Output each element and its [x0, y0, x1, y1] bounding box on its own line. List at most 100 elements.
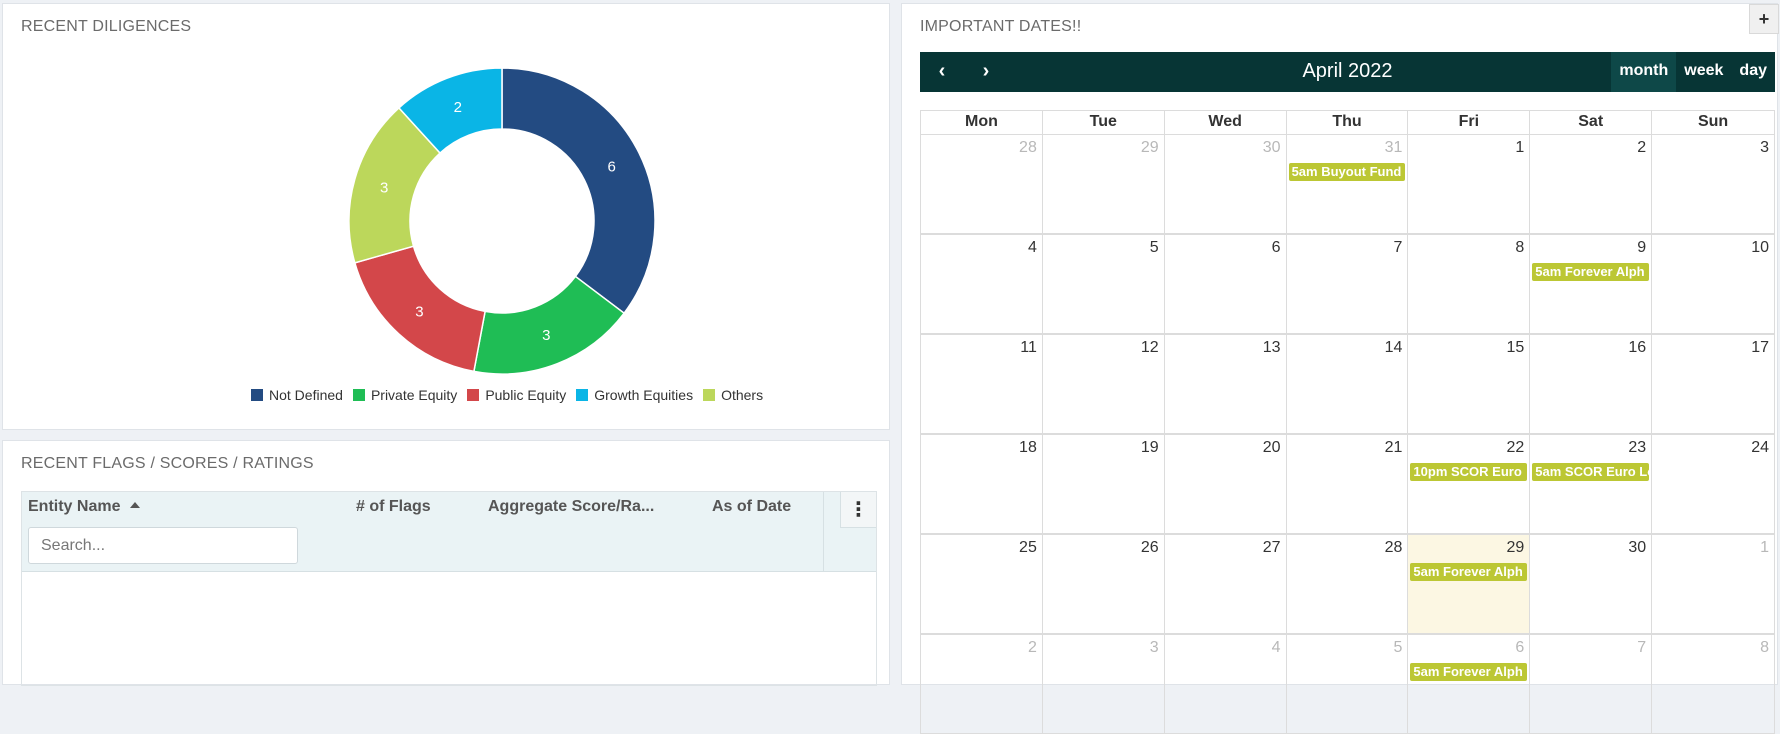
column-aggregate-score[interactable]: Aggregate Score/Ra... [488, 498, 654, 516]
day-number[interactable]: 31 [1385, 139, 1403, 157]
day-number[interactable]: 26 [1141, 539, 1159, 557]
legend-item-private-equity[interactable]: Private Equity [352, 387, 457, 403]
calendar-event[interactable]: 5am SCOR Euro Lo [1532, 463, 1650, 481]
calendar-day-cell[interactable]: 15 [1408, 334, 1531, 433]
calendar-day-cell[interactable]: 1 [1408, 134, 1531, 233]
day-number[interactable]: 28 [1385, 539, 1403, 557]
day-number[interactable]: 29 [1141, 139, 1159, 157]
day-number[interactable]: 14 [1385, 339, 1403, 357]
add-button[interactable]: + [1749, 4, 1779, 34]
day-number[interactable]: 21 [1385, 439, 1403, 457]
day-number[interactable]: 23 [1628, 439, 1646, 457]
calendar-day-cell[interactable]: 7 [1286, 234, 1409, 333]
calendar-day-cell[interactable]: 10 [1652, 234, 1774, 333]
day-number[interactable]: 10 [1751, 239, 1769, 257]
day-number[interactable]: 30 [1263, 139, 1281, 157]
day-number[interactable]: 7 [1394, 239, 1403, 257]
day-number[interactable]: 25 [1019, 539, 1037, 557]
calendar-day-cell[interactable]: 12 [1042, 334, 1165, 433]
calendar-day-cell[interactable]: 28 [921, 134, 1043, 233]
calendar-day-cell[interactable]: 28 [1286, 534, 1409, 633]
calendar-day-cell[interactable]: 3 [1042, 634, 1165, 733]
calendar-day-cell[interactable]: 30 [1530, 534, 1653, 633]
calendar-day-cell[interactable]: 4 [1164, 634, 1287, 733]
legend-item-public-equity[interactable]: Public Equity [467, 387, 566, 403]
legend-item-growth-equities[interactable]: Growth Equities [576, 387, 693, 403]
day-number[interactable]: 9 [1637, 239, 1646, 257]
day-number[interactable]: 24 [1751, 439, 1769, 457]
calendar-day-cell[interactable]: 2 [1530, 134, 1653, 233]
day-number[interactable]: 4 [1272, 639, 1281, 657]
calendar-day-cell[interactable]: 8 [1408, 234, 1531, 333]
day-number[interactable]: 20 [1263, 439, 1281, 457]
calendar-day-cell[interactable]: 27 [1164, 534, 1287, 633]
day-number[interactable]: 5 [1150, 239, 1159, 257]
calendar-day-cell[interactable]: 6 [1164, 234, 1287, 333]
day-number[interactable]: 6 [1515, 639, 1524, 657]
view-week-button[interactable]: week [1676, 52, 1731, 92]
calendar-day-cell[interactable]: 2 [921, 634, 1043, 733]
calendar-event[interactable]: 5am Forever Alph [1410, 663, 1528, 681]
view-month-button[interactable]: month [1611, 52, 1677, 92]
day-number[interactable]: 6 [1272, 239, 1281, 257]
calendar-day-cell[interactable]: 22 10pm SCOR Euro [1408, 434, 1531, 533]
calendar-day-cell[interactable]: 4 [921, 234, 1043, 333]
calendar-day-cell[interactable]: 16 [1530, 334, 1653, 433]
column-num-flags[interactable]: # of Flags [356, 498, 431, 516]
calendar-day-cell[interactable]: 29 [1042, 134, 1165, 233]
day-number[interactable]: 18 [1019, 439, 1037, 457]
day-number[interactable]: 4 [1028, 239, 1037, 257]
calendar-day-cell[interactable]: 6 5am Forever Alph [1408, 634, 1531, 733]
calendar-event[interactable]: 10pm SCOR Euro [1410, 463, 1528, 481]
day-number[interactable]: 3 [1150, 639, 1159, 657]
calendar-day-cell[interactable]: 20 [1164, 434, 1287, 533]
calendar-event[interactable]: 5am Forever Alph [1410, 563, 1528, 581]
day-number[interactable]: 3 [1760, 139, 1769, 157]
day-number[interactable]: 8 [1515, 239, 1524, 257]
calendar-day-cell[interactable]: 21 [1286, 434, 1409, 533]
day-number[interactable]: 8 [1760, 639, 1769, 657]
day-number[interactable]: 2 [1028, 639, 1037, 657]
calendar-day-cell[interactable]: 7 [1530, 634, 1653, 733]
day-number[interactable]: 7 [1637, 639, 1646, 657]
day-number[interactable]: 27 [1263, 539, 1281, 557]
calendar-day-cell[interactable]: 18 [921, 434, 1043, 533]
calendar-day-cell[interactable]: 26 [1042, 534, 1165, 633]
calendar-day-cell[interactable]: 17 [1652, 334, 1774, 433]
day-number[interactable]: 28 [1019, 139, 1037, 157]
calendar-day-cell[interactable]: 23 5am SCOR Euro Lo [1530, 434, 1653, 533]
calendar-day-cell[interactable]: 3 [1652, 134, 1774, 233]
day-number[interactable]: 11 [1020, 339, 1037, 357]
day-number[interactable]: 5 [1394, 639, 1403, 657]
calendar-day-cell[interactable]: 19 [1042, 434, 1165, 533]
day-number[interactable]: 15 [1506, 339, 1524, 357]
calendar-day-cell[interactable]: 24 [1652, 434, 1774, 533]
day-number[interactable]: 29 [1506, 539, 1524, 557]
slice-not-defined[interactable] [501, 67, 656, 315]
calendar-day-cell[interactable]: 8 [1652, 634, 1774, 733]
legend-item-not-defined[interactable]: Not Defined [251, 387, 343, 403]
view-day-button[interactable]: day [1731, 52, 1775, 92]
calendar-day-cell[interactable]: 30 [1164, 134, 1287, 233]
calendar-day-cell[interactable]: 5 [1286, 634, 1409, 733]
day-number[interactable]: 19 [1141, 439, 1159, 457]
column-as-of-date[interactable]: As of Date [712, 498, 791, 516]
day-number[interactable]: 2 [1637, 139, 1646, 157]
calendar-day-cell[interactable]: 25 [921, 534, 1043, 633]
calendar-day-cell[interactable]: 5 [1042, 234, 1165, 333]
calendar-day-cell[interactable]: 1 [1652, 534, 1774, 633]
calendar-event[interactable]: 5am Buyout Fund [1288, 163, 1406, 181]
day-number[interactable]: 1 [1515, 139, 1524, 157]
calendar-day-cell[interactable]: 29 5am Forever Alph [1408, 534, 1531, 633]
day-number[interactable]: 17 [1751, 339, 1769, 357]
day-number[interactable]: 1 [1760, 539, 1769, 557]
calendar-day-cell[interactable]: 31 5am Buyout Fund [1286, 134, 1409, 233]
calendar-day-cell[interactable]: 13 [1164, 334, 1287, 433]
calendar-event[interactable]: 5am Forever Alph [1532, 263, 1650, 281]
calendar-day-cell[interactable]: 14 [1286, 334, 1409, 433]
kebab-icon[interactable]: ⋮ [840, 492, 876, 528]
calendar-day-cell[interactable]: 9 5am Forever Alph [1530, 234, 1653, 333]
day-number[interactable]: 12 [1141, 339, 1159, 357]
entity-search-input[interactable] [28, 527, 298, 564]
legend-item-others[interactable]: Others [703, 387, 763, 403]
